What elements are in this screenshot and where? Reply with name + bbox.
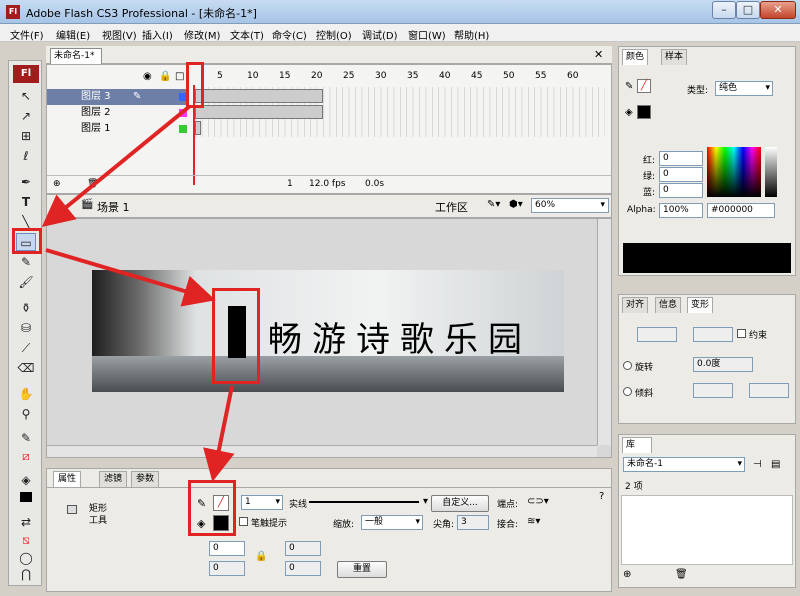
arrow-frame-to-tool xyxy=(41,104,192,228)
annotation-arrows xyxy=(41,104,235,482)
arrow-rect-to-colors xyxy=(203,385,235,482)
arrow-tool-to-rect xyxy=(45,248,216,307)
